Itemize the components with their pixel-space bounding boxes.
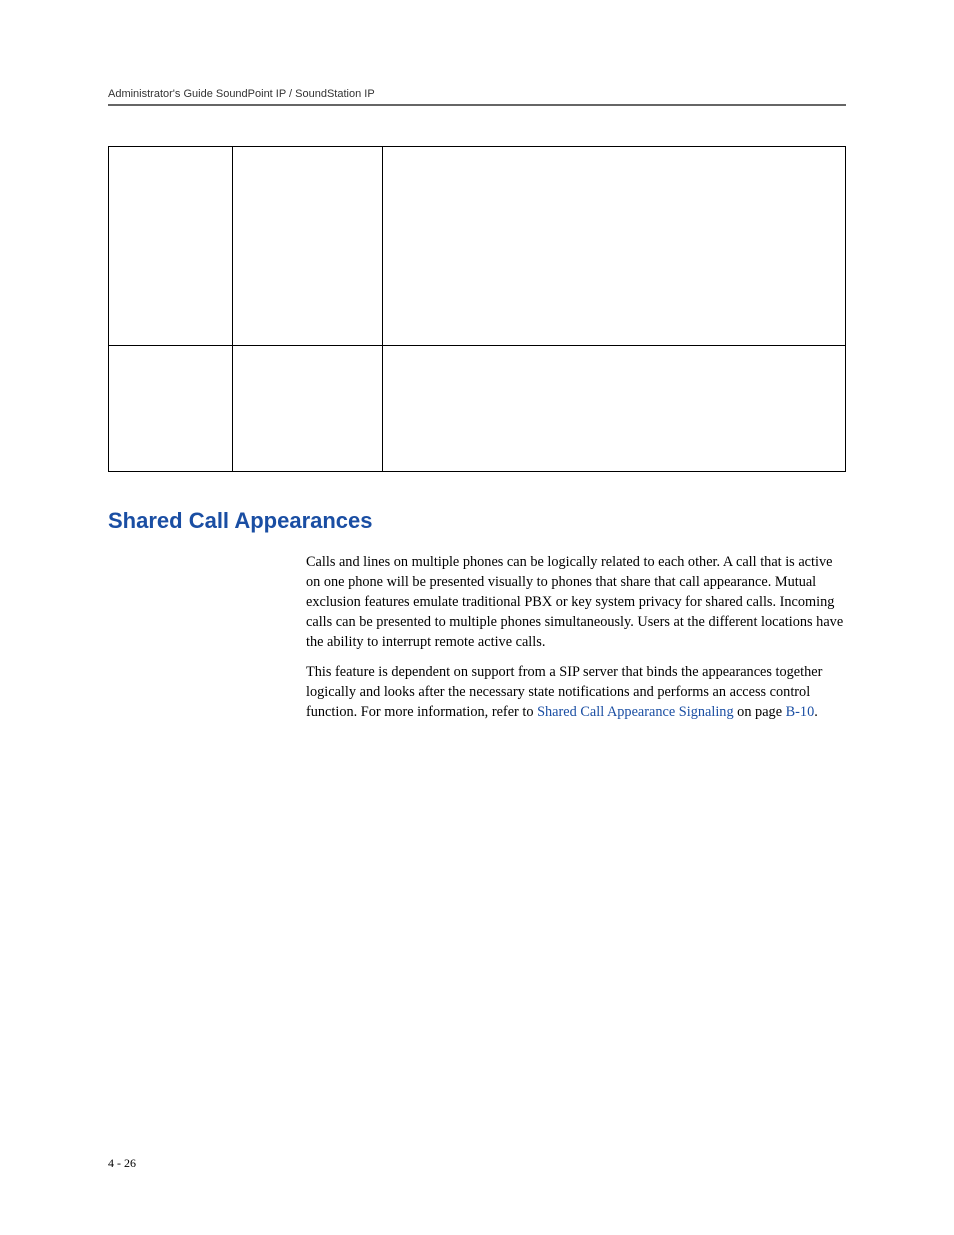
link-page-b10[interactable]: B-10 — [786, 704, 815, 720]
table-row — [109, 147, 845, 345]
table-cell — [233, 346, 383, 471]
table-cell — [109, 346, 233, 471]
table-cell — [109, 147, 233, 345]
body-text: Calls and lines on multiple phones can b… — [306, 552, 846, 722]
table-cell — [233, 147, 383, 345]
table-cell — [383, 147, 845, 345]
empty-table — [108, 146, 846, 472]
link-shared-call-appearance-signaling[interactable]: Shared Call Appearance Signaling — [537, 704, 734, 720]
text-span: . — [814, 704, 818, 720]
section-heading: Shared Call Appearances — [108, 508, 846, 534]
header-rule — [108, 104, 846, 106]
page-header: Administrator's Guide SoundPoint IP / So… — [108, 88, 846, 100]
page-number: 4 - 26 — [108, 1156, 136, 1171]
table-row — [109, 345, 845, 471]
paragraph: Calls and lines on multiple phones can b… — [306, 552, 846, 652]
paragraph: This feature is dependent on support fro… — [306, 662, 846, 722]
page-container: Administrator's Guide SoundPoint IP / So… — [0, 0, 954, 1235]
text-span: on page — [734, 704, 786, 720]
table-cell — [383, 346, 845, 471]
